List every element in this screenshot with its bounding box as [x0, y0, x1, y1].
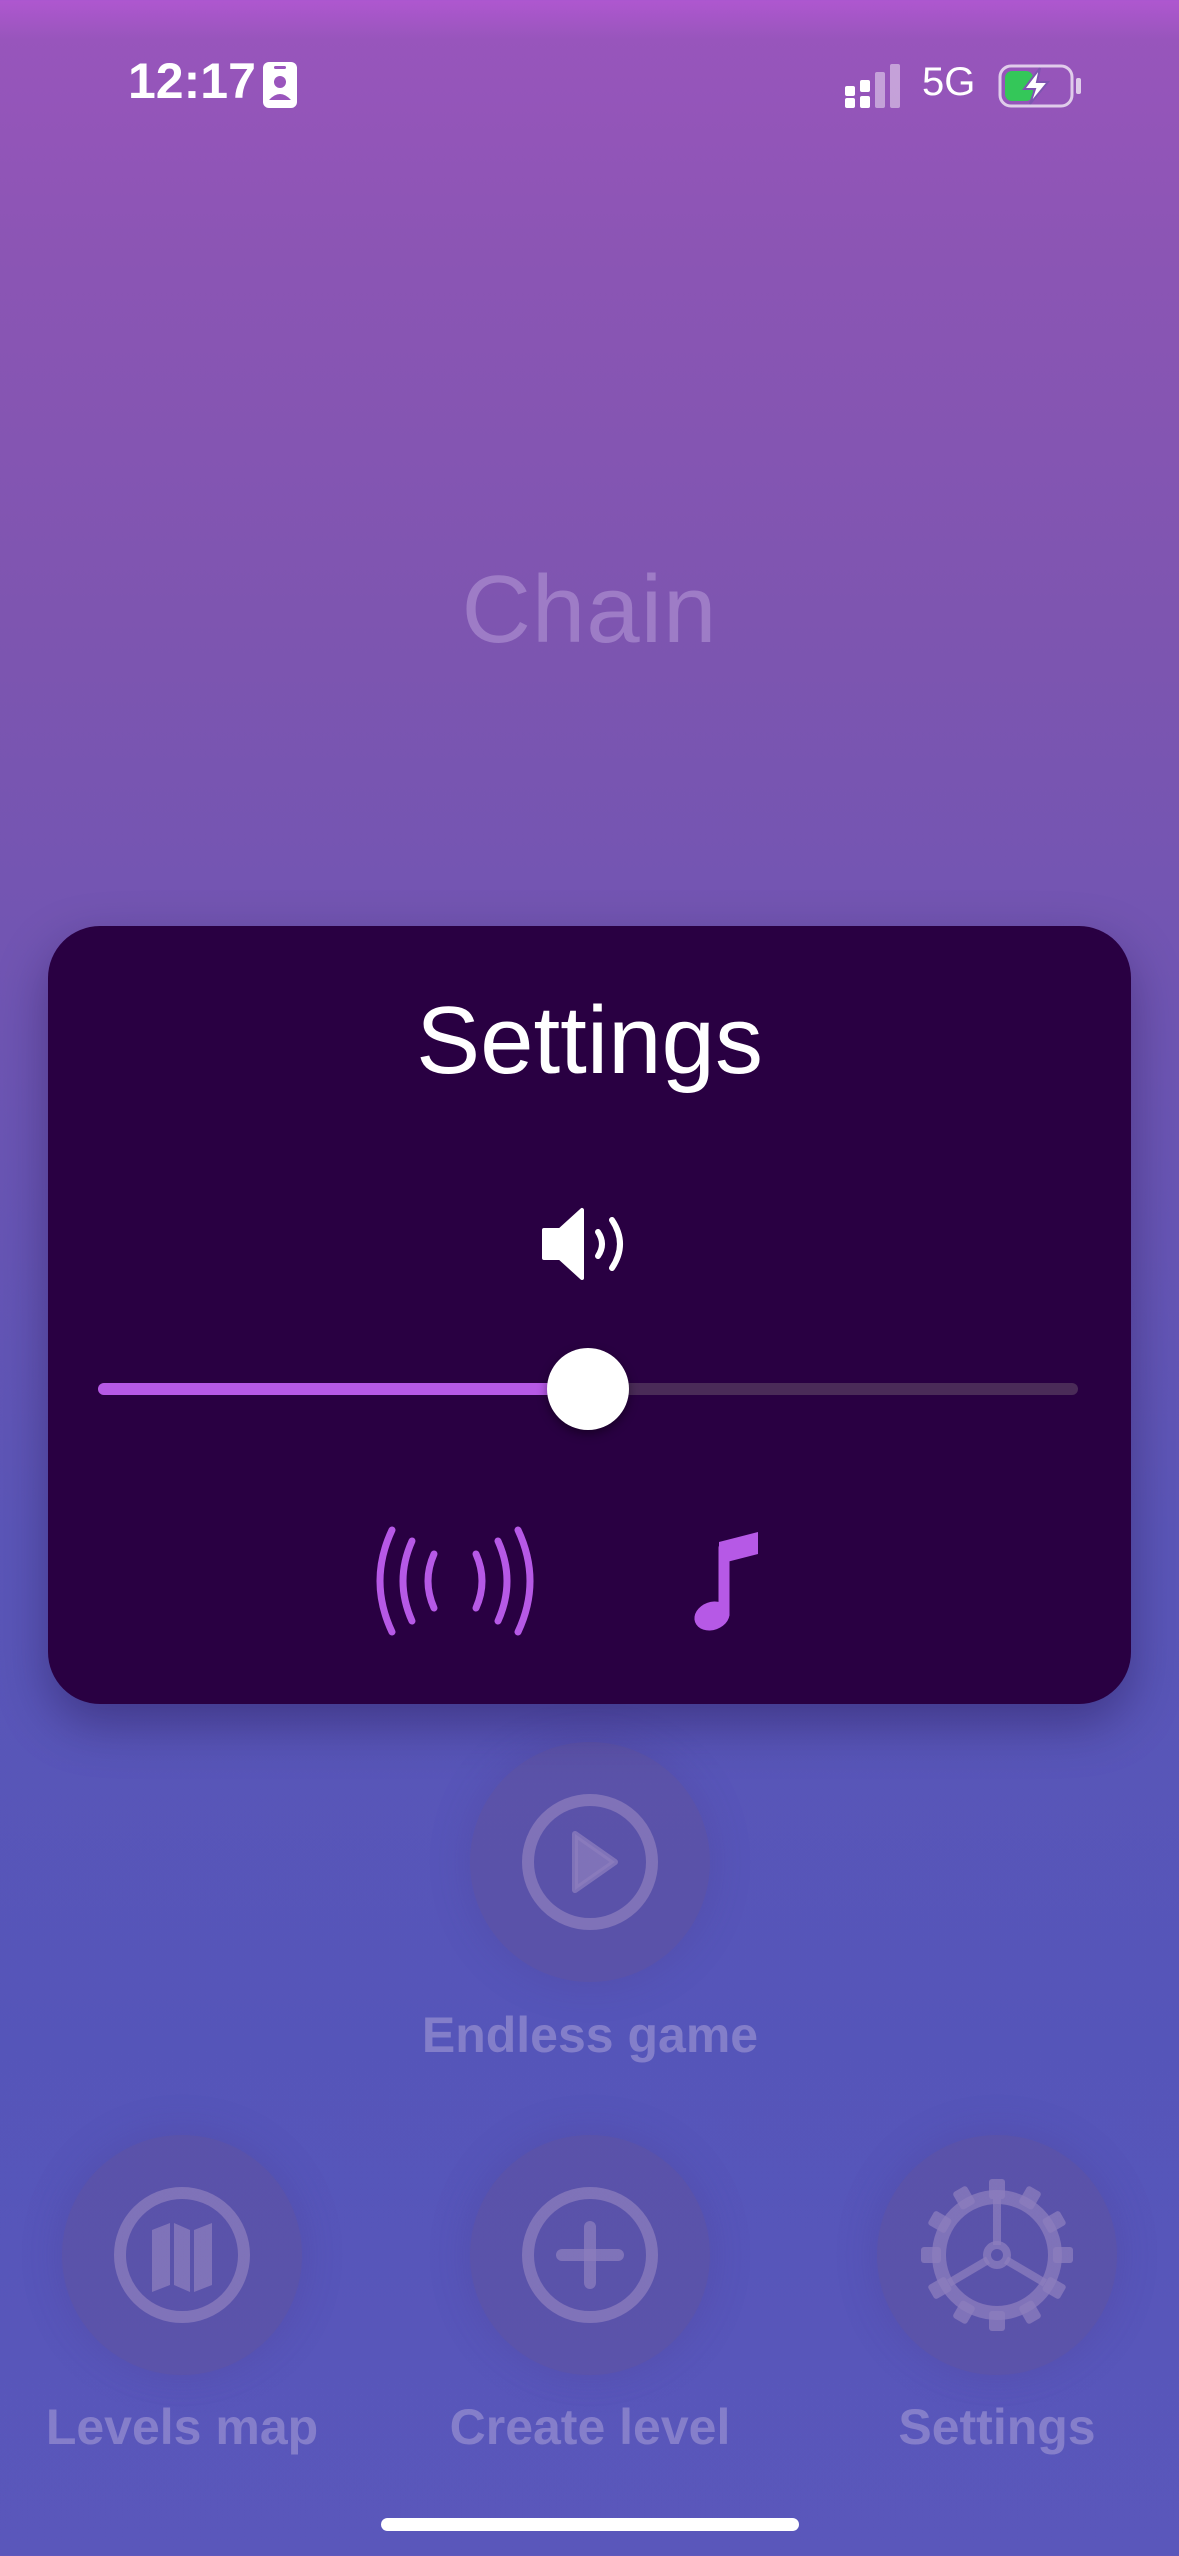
gear-icon — [921, 2179, 1073, 2331]
settings-label: Settings — [898, 2399, 1096, 2455]
create-level-label: Create level — [449, 2399, 731, 2455]
game-title: Chain — [461, 556, 718, 663]
network-type: 5G — [922, 60, 976, 104]
status-time: 12:17 — [128, 53, 256, 109]
battery-charging-icon — [998, 64, 1081, 108]
contact-card-icon — [263, 62, 297, 108]
plus-icon — [522, 2187, 658, 2323]
vibration-icon[interactable] — [370, 1526, 540, 1636]
top-glow — [0, 0, 1179, 40]
map-icon — [114, 2187, 250, 2323]
endless-game-label: Endless game — [421, 2007, 759, 2063]
volume-slider-fill — [98, 1383, 588, 1395]
settings-title: Settings — [416, 987, 763, 1094]
home-indicator[interactable] — [381, 2518, 799, 2531]
levels-map-label: Levels map — [45, 2399, 319, 2455]
endless-game-button[interactable] — [470, 1742, 710, 1982]
levels-map-button[interactable] — [62, 2135, 302, 2375]
speaker-icon[interactable] — [540, 1204, 640, 1284]
create-level-button[interactable] — [470, 2135, 710, 2375]
volume-slider[interactable] — [98, 1348, 1078, 1430]
settings-button[interactable] — [877, 2135, 1117, 2375]
play-icon — [522, 1794, 658, 1930]
music-note-icon[interactable] — [686, 1526, 766, 1636]
signal-icon — [845, 64, 900, 108]
volume-slider-thumb[interactable] — [547, 1348, 629, 1430]
settings-panel: Settings — [48, 926, 1131, 1704]
